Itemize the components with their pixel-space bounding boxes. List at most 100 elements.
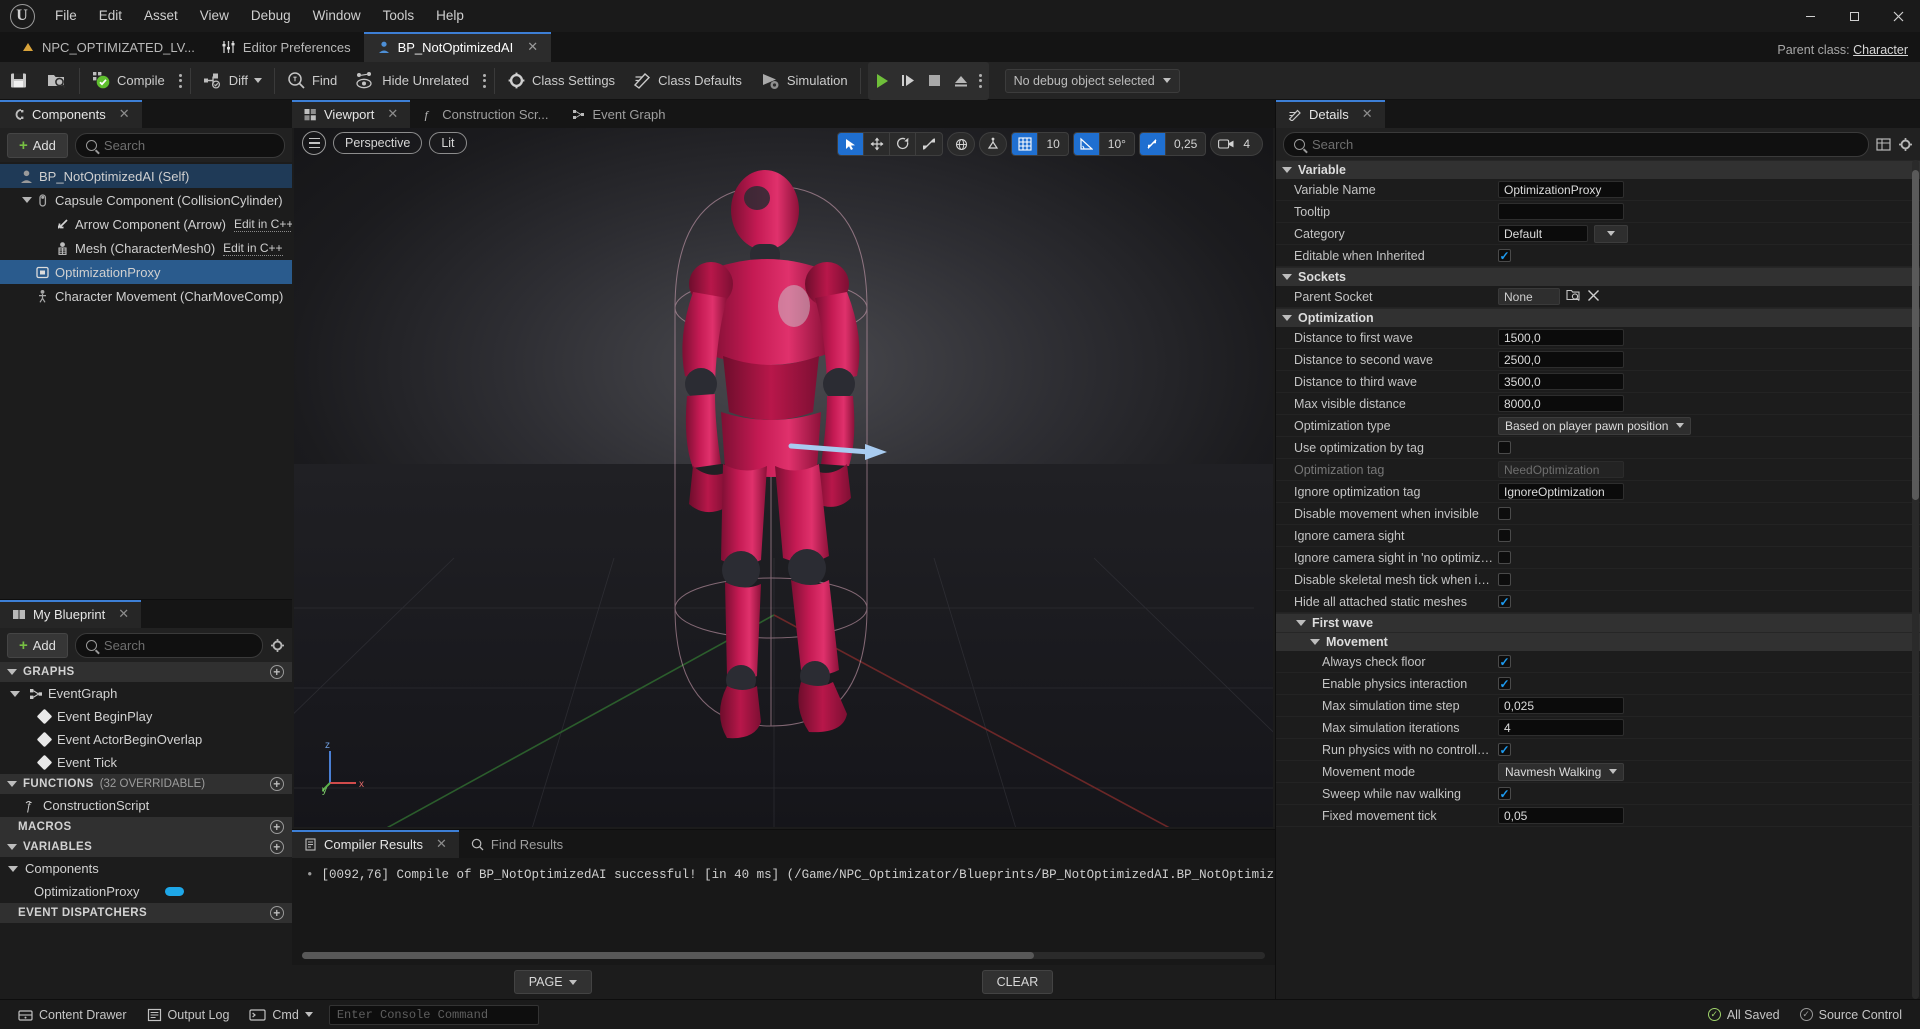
expand-arrow-icon[interactable] [8,865,18,872]
section-graphs[interactable]: GRAPHS + [0,662,292,682]
stop-button[interactable] [922,66,948,96]
details-category-sockets[interactable]: Sockets [1276,267,1920,286]
component-row-optimizationproxy[interactable]: OptimizationProxy [0,260,292,284]
cmd-button[interactable]: Cmd [239,1000,322,1029]
close-icon[interactable]: ✕ [387,106,398,122]
browse-content-button[interactable] [37,62,76,100]
parent-socket-value[interactable]: None [1498,288,1560,305]
disable-movement-when-invisible-checkbox[interactable] [1498,507,1511,520]
compiler-horizontal-scrollbar[interactable] [302,952,1265,959]
scale-snap-toggle[interactable] [1139,133,1166,155]
play-button[interactable] [870,66,896,96]
clear-button[interactable]: CLEAR [981,970,1054,994]
add-graph-button[interactable]: + [270,665,284,679]
close-icon[interactable]: ✕ [119,106,130,122]
components-search-input[interactable]: Search [74,132,285,158]
details-property-list[interactable]: Variable Variable Name OptimizationProxy… [1276,160,1920,999]
rotate-tool-button[interactable] [890,133,917,155]
gear-icon[interactable] [1898,137,1913,152]
optimization-type-dropdown[interactable]: Based on player pawn position [1498,416,1692,435]
menu-edit[interactable]: Edit [88,0,133,32]
save-button[interactable] [0,62,37,100]
disable-skeletal-mesh-tick-checkbox[interactable] [1498,573,1511,586]
component-row-self[interactable]: BP_NotOptimizedAI (Self) [0,164,292,188]
angle-snap-toggle[interactable] [1073,133,1100,155]
distance-third-wave-input[interactable]: 3500,0 [1498,373,1624,390]
step-button[interactable] [896,66,922,96]
menu-debug[interactable]: Debug [240,0,302,32]
sweep-while-nav-walking-checkbox[interactable] [1498,787,1511,800]
details-category-variable[interactable]: Variable [1276,160,1920,179]
content-drawer-button[interactable]: Content Drawer [8,1000,137,1029]
variable-name-input[interactable]: OptimizationProxy [1498,181,1624,198]
maximize-button[interactable] [1832,0,1876,32]
graph-item-event-beginplay[interactable]: Event BeginPlay [0,705,292,728]
surface-snap-button[interactable] [979,132,1008,156]
tab-compiler-results[interactable]: Compiler Results ✕ [292,830,459,858]
minimize-button[interactable] [1788,0,1832,32]
tab-find-results[interactable]: Find Results [459,830,575,858]
details-vertical-scrollbar[interactable] [1912,160,1919,999]
tab-viewport[interactable]: Viewport ✕ [292,100,411,128]
all-saved-status[interactable]: ✓ All Saved [1698,1000,1790,1029]
menu-tools[interactable]: Tools [372,0,426,32]
parent-class-value[interactable]: Character [1853,43,1908,57]
add-function-button[interactable]: + [270,777,284,791]
compile-button[interactable]: Compile [83,62,174,100]
close-icon[interactable]: ✕ [527,39,538,55]
hide-all-attached-static-meshes-checkbox[interactable] [1498,595,1511,608]
category-input[interactable]: Default [1498,225,1588,242]
max-simulation-time-step-input[interactable]: 0,025 [1498,697,1624,714]
graph-item-event-actorbeginoverlap[interactable]: Event ActorBeginOverlap [0,728,292,751]
camera-mode-button[interactable]: Perspective [333,132,423,154]
view-mode-button[interactable]: Lit [429,132,467,154]
scale-tool-button[interactable] [916,133,942,155]
details-category-optimization[interactable]: Optimization [1276,308,1920,327]
menu-asset[interactable]: Asset [133,0,189,32]
viewport-3d[interactable]: z x y Perspective Lit 10 10° 0,25 4 [294,128,1273,827]
gear-icon[interactable] [270,638,285,653]
use-optimization-by-tag-checkbox[interactable] [1498,441,1511,454]
hamburger-icon[interactable] [302,131,326,155]
graph-item-event-tick[interactable]: Event Tick [0,751,292,774]
expand-arrow-icon[interactable] [10,690,20,697]
movement-mode-dropdown[interactable]: Navmesh Walking [1498,762,1625,781]
component-row-capsule[interactable]: Capsule Component (CollisionCylinder) [0,188,292,212]
category-dropdown-button[interactable] [1594,224,1628,243]
close-icon[interactable]: ✕ [436,836,447,852]
asset-tab-level[interactable]: NPC_OPTIMIZATED_LV... [8,32,208,62]
ignore-camera-sight-no-optimization-checkbox[interactable] [1498,551,1511,564]
add-component-button[interactable]: + Add [7,132,68,158]
add-variable-button[interactable]: + [270,840,284,854]
close-icon[interactable]: ✕ [1362,106,1373,122]
compile-options-button[interactable] [174,62,187,100]
diff-button[interactable]: Diff [194,62,271,100]
tooltip-input[interactable] [1498,203,1624,220]
graph-item-eventgraph[interactable]: EventGraph [0,682,292,705]
close-button[interactable] [1876,0,1920,32]
add-event-dispatcher-button[interactable]: + [270,906,284,920]
hide-unrelated-button[interactable]: Hide Unrelated [346,62,478,100]
grid-snap-value[interactable]: 10 [1038,133,1067,155]
variable-group-components[interactable]: Components [0,857,292,880]
menu-view[interactable]: View [189,0,240,32]
distance-first-wave-input[interactable]: 1500,0 [1498,329,1624,346]
find-button[interactable]: Find [278,62,346,100]
debug-object-select[interactable]: No debug object selected [1004,68,1180,93]
translate-tool-button[interactable] [864,133,891,155]
add-blueprint-item-button[interactable]: + Add [7,632,68,658]
class-defaults-button[interactable]: Class Defaults [624,62,751,100]
enable-physics-interaction-checkbox[interactable] [1498,677,1511,690]
close-icon[interactable]: ✕ [118,606,129,622]
eject-button[interactable] [948,66,974,96]
ignore-camera-sight-checkbox[interactable] [1498,529,1511,542]
tab-construction-script[interactable]: f Construction Scr... [410,100,560,128]
browse-socket-icon[interactable] [1566,288,1581,305]
section-functions[interactable]: FUNCTIONS (32 OVERRIDABLE) + [0,774,292,794]
add-macro-button[interactable]: + [270,820,284,834]
details-category-movement[interactable]: Movement [1276,632,1920,651]
component-row-mesh[interactable]: Mesh (CharacterMesh0) Edit in C++ [0,236,292,260]
variable-item-optimizationproxy[interactable]: OptimizationProxy [0,880,292,903]
grid-snap-toggle[interactable] [1012,133,1039,155]
asset-tab-bp-notoptimizedai[interactable]: BP_NotOptimizedAI ✕ [363,32,552,62]
